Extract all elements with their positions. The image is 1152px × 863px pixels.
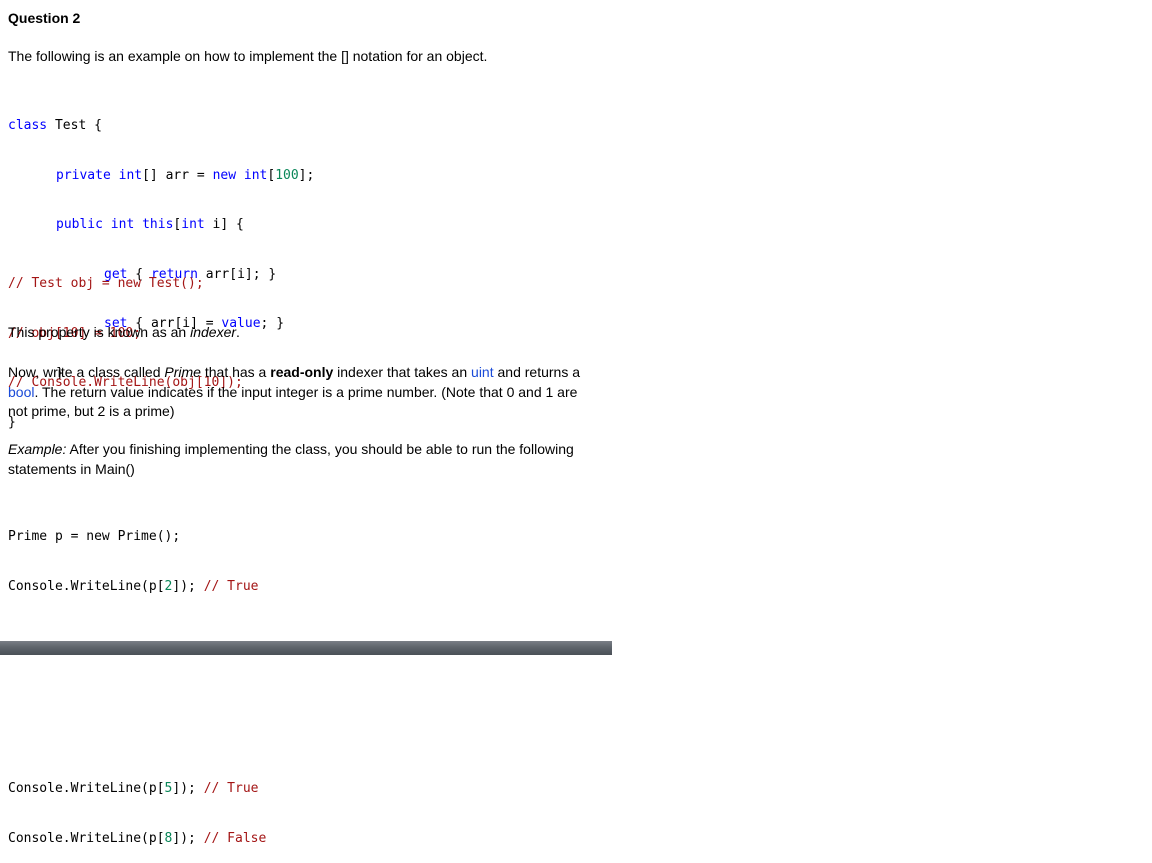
code-comment-line: // Test obj = new Test(); <box>8 276 204 291</box>
code-token: new <box>212 167 237 183</box>
code-comment: // False <box>203 830 267 846</box>
text-run: Now, write a class called <box>8 364 165 380</box>
text-run: indexer that takes an <box>333 364 472 380</box>
code-token: ]); <box>172 781 204 796</box>
code-token: int <box>181 217 205 232</box>
code-token: public <box>56 217 103 232</box>
code-token: int <box>110 167 143 183</box>
example-label: Example: <box>8 441 67 457</box>
code-token: ; } <box>260 316 285 331</box>
code-line: class Test { <box>8 116 314 136</box>
code-comment: // True <box>203 781 259 796</box>
code-token: Console.WriteLine(p[ <box>8 578 165 594</box>
task-line: Now, write a class called Prime that has… <box>8 363 580 383</box>
code-token: Console.WriteLine(p[ <box>8 830 165 846</box>
code-token: i] { <box>204 217 244 232</box>
code-token: ]); <box>172 830 204 846</box>
code-token: ]; <box>298 167 315 183</box>
text-run: After you finishing implementing the cla… <box>66 441 574 457</box>
code-token: Prime p = new Prime(); <box>8 529 181 544</box>
code-comment: // True <box>203 578 259 594</box>
code-line: Prime p = new Prime(); <box>8 527 258 547</box>
code-token: int <box>236 167 268 183</box>
code-line: Console.WriteLine(p[5]); // True <box>8 779 266 799</box>
indexer-term: indexer <box>190 324 237 340</box>
text-run: that has a <box>200 364 271 380</box>
task-line: not prime, but 2 is a prime) <box>8 402 580 422</box>
text-run: not prime, but 2 is a prime) <box>8 403 175 419</box>
code-token: 100 <box>275 167 299 183</box>
code-line: public int this[int i] { <box>8 215 314 235</box>
text-run: statements in Main() <box>8 460 135 477</box>
code-token: Console.WriteLine(p[ <box>8 781 165 796</box>
code-token: private <box>56 167 111 183</box>
code-block-example-2: Console.WriteLine(p[5]); // True Console… <box>8 749 266 863</box>
code-token: class <box>8 118 48 133</box>
code-line: Console.WriteLine(p[2]); // True <box>8 577 258 597</box>
example-line: statements in Main() <box>8 460 574 480</box>
code-line: Console.WriteLine(p[8]); // False <box>8 829 266 849</box>
prime-term: Prime <box>164 364 201 380</box>
section-divider-bar <box>0 641 612 655</box>
code-token: Test { <box>47 118 102 133</box>
code-token: 8 <box>164 830 173 846</box>
code-token: this <box>134 217 174 232</box>
read-only-term: read-only <box>270 364 334 380</box>
code-token: [] arr = <box>142 167 213 183</box>
text-run: . <box>236 324 240 340</box>
uint-keyword: uint <box>471 364 494 380</box>
bool-keyword: bool <box>8 383 35 400</box>
task-paragraph: Now, write a class called Prime that has… <box>8 363 580 422</box>
code-block-example-1: Prime p = new Prime(); Console.WriteLine… <box>8 497 258 611</box>
text-run: . The return value indicates if the inpu… <box>34 383 578 400</box>
question-heading: Question 2 <box>8 10 81 26</box>
indexer-sentence: This property is known as an indexer. <box>8 324 240 340</box>
example-line: Example: After you finishing implementin… <box>8 440 574 460</box>
code-token: ]); <box>172 578 204 594</box>
text-run: and returns a <box>493 364 580 380</box>
code-line: private int[] arr = new int[100]; <box>8 166 314 186</box>
code-token: int <box>102 217 135 232</box>
intro-text: The following is an example on how to im… <box>8 48 488 64</box>
code-token: [ <box>267 167 276 183</box>
task-line: bool. The return value indicates if the … <box>8 383 580 403</box>
example-paragraph: Example: After you finishing implementin… <box>8 440 574 479</box>
text-run: This property is known as an <box>8 324 191 340</box>
